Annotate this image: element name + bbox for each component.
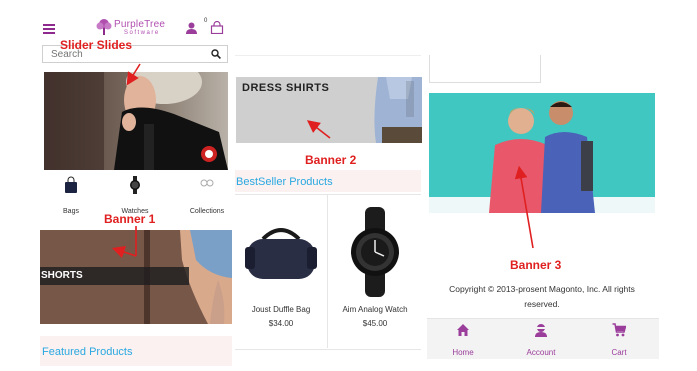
watch-icon xyxy=(130,176,140,194)
banner-hoodies-photo xyxy=(429,93,655,213)
slider-image[interactable] xyxy=(44,72,228,170)
nav-cart-label: Cart xyxy=(611,348,627,357)
product-price: $34.00 xyxy=(268,319,294,328)
divider xyxy=(327,194,328,348)
logo[interactable]: PurpleTree Software xyxy=(96,18,176,40)
tree-logo-icon xyxy=(96,19,112,35)
home-screen-3: Copyright © 2013-prosent Magonto, Inc. A… xyxy=(427,0,659,371)
logo-text: PurpleTree xyxy=(114,19,166,30)
copyright-line-1: Copyright © 2013-prosent Magonto, Inc. A… xyxy=(449,284,635,294)
product-card[interactable]: Joust Duffle Bag $34.00 xyxy=(235,195,327,349)
home-screen-1: PurpleTree Software 0 Search Bags Watche… xyxy=(38,0,234,371)
bestseller-product-list: Joust Duffle Bag $34.00 Aim Analog Watch… xyxy=(235,194,421,350)
account-icon xyxy=(535,324,547,337)
annotation-slider-slides: Slider Slides xyxy=(60,38,133,52)
bestseller-products-title: BestSeller Products xyxy=(236,176,333,188)
cart-icon xyxy=(612,323,627,337)
product-price: $45.00 xyxy=(362,319,388,328)
cart-bag-icon[interactable] xyxy=(210,21,224,34)
featured-products-header: Featured Products xyxy=(40,336,232,366)
annotation-banner-3: Banner 3 xyxy=(510,258,562,272)
banner-dress-shirts[interactable]: DRESS SHIRTS xyxy=(236,77,422,143)
search-icon[interactable] xyxy=(211,49,221,59)
cart-count: 0 xyxy=(204,18,208,24)
category-bags[interactable]: Bags xyxy=(46,176,96,215)
category-list: Bags Watches Collections xyxy=(46,176,232,215)
product-name[interactable]: Joust Duffle Bag xyxy=(235,305,327,314)
divider xyxy=(235,55,421,56)
duffle-bag-image xyxy=(245,228,317,279)
category-collections[interactable]: Collections xyxy=(182,176,232,215)
banner-shorts-label: SHORTS xyxy=(40,267,189,285)
category-label: Collections xyxy=(189,208,225,215)
hamburger-menu-icon[interactable] xyxy=(43,24,55,34)
annotation-banner-2: Banner 2 xyxy=(305,153,357,167)
category-label: Bags xyxy=(63,208,79,215)
analog-watch-image xyxy=(351,207,399,297)
collections-icon xyxy=(200,179,214,187)
bag-icon xyxy=(65,176,77,193)
product-card[interactable]: Aim Analog Watch $45.00 xyxy=(329,195,421,349)
slider-photo xyxy=(44,72,228,170)
copyright-line-2: reserved. xyxy=(524,299,560,309)
nav-cart[interactable]: Cart xyxy=(589,323,649,357)
product-name[interactable]: Aim Analog Watch xyxy=(329,305,421,314)
featured-products-title: Featured Products xyxy=(42,346,133,358)
user-icon[interactable] xyxy=(186,22,197,34)
home-icon xyxy=(457,324,469,336)
nav-account[interactable]: Account xyxy=(511,323,571,357)
bottom-navigation: Home Account Cart xyxy=(427,318,659,359)
nav-home[interactable]: Home xyxy=(433,323,493,357)
banner-hoodies[interactable] xyxy=(429,93,655,213)
bestseller-products-header: BestSeller Products xyxy=(235,170,421,192)
annotation-banner-1: Banner 1 xyxy=(104,212,156,226)
nav-home-label: Home xyxy=(452,348,474,357)
home-screen-2: DRESS SHIRTS BestSeller Products Joust D… xyxy=(235,0,423,371)
nav-account-label: Account xyxy=(526,348,556,357)
copyright-text: Copyright © 2013-prosent Magonto, Inc. A… xyxy=(433,282,651,312)
banner-shorts[interactable]: SHORTS xyxy=(40,230,232,324)
dress-shirt-photo xyxy=(374,77,422,143)
category-watches[interactable]: Watches xyxy=(110,176,160,215)
card-edge xyxy=(429,55,541,83)
logo-subtext: Software xyxy=(124,30,160,36)
